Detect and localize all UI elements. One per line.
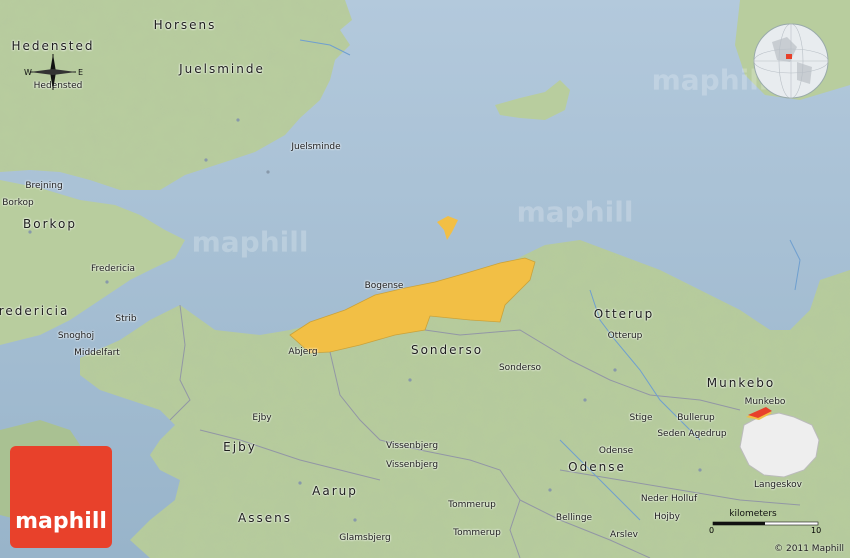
place-label-minor: Otterup [607, 331, 643, 341]
place-label-minor: Fredericia [91, 264, 135, 274]
place-label-major: Borkop [23, 217, 77, 231]
copyright-text: © 2011 Maphill [774, 544, 844, 554]
place-label-major: Otterup [593, 307, 655, 321]
place-label-minor: Bogense [364, 281, 404, 291]
scale-min: 0 [709, 526, 715, 535]
place-label-minor: Vissenbjerg [385, 441, 439, 451]
place-label-minor: Bellinge [555, 513, 593, 523]
watermark: maphill [191, 225, 309, 259]
place-label-minor: Abjerg [288, 347, 318, 357]
globe-locator-icon [753, 23, 829, 99]
place-label-minor: Middelfart [74, 348, 120, 358]
scale-max: 10 [811, 526, 822, 535]
place-label-minor: Bullerup [677, 413, 715, 423]
place-label-minor: Hojby [654, 512, 680, 522]
region-inset-map [739, 407, 820, 478]
place-label-minor: Arslev [610, 530, 638, 540]
logo-text: maphill [15, 509, 107, 534]
place-label-major: Fredericia [0, 304, 70, 318]
watermark: maphill [651, 63, 769, 97]
place-label-minor: Borkop [2, 198, 34, 208]
place-label-minor: Seden Agedrup [657, 429, 727, 439]
place-label-major: Munkebo [706, 376, 776, 390]
place-label-minor: Snoghoj [57, 331, 95, 341]
compass-w: W [24, 68, 32, 77]
place-label-minor: Vissenbjerg [385, 460, 439, 470]
place-label-major: Horsens [153, 18, 217, 32]
place-label-major: Assens [238, 511, 292, 525]
place-label-minor: Ejby [252, 413, 272, 423]
place-label-major: Ejby [223, 440, 257, 454]
place-label-minor: Glamsbjerg [339, 533, 391, 543]
place-label-minor: Strib [115, 314, 137, 324]
place-label-minor: Stige [629, 413, 653, 423]
scale-bar: kilometers 0 10 [683, 509, 823, 535]
compass-e: E [78, 68, 83, 77]
compass-rose-icon: W E [24, 54, 83, 90]
place-label-minor: Brejning [25, 181, 63, 191]
place-label-minor: Tommerup [448, 500, 496, 510]
place-label-major: Sonderso [410, 343, 484, 357]
place-label-major: Aarup [312, 484, 358, 498]
watermark: maphill [516, 195, 634, 229]
place-label-minor: Tommerup [453, 528, 501, 538]
place-label-minor: Juelsminde [291, 142, 341, 152]
maphill-logo[interactable]: maphill [10, 446, 112, 548]
place-label-minor: Sonderso [498, 363, 542, 373]
place-label-major: Odense [568, 460, 626, 474]
place-label-minor: Neder Holluf [640, 494, 698, 504]
place-label-major: Juelsminde [179, 62, 265, 76]
place-label-minor: Odense [598, 446, 634, 456]
